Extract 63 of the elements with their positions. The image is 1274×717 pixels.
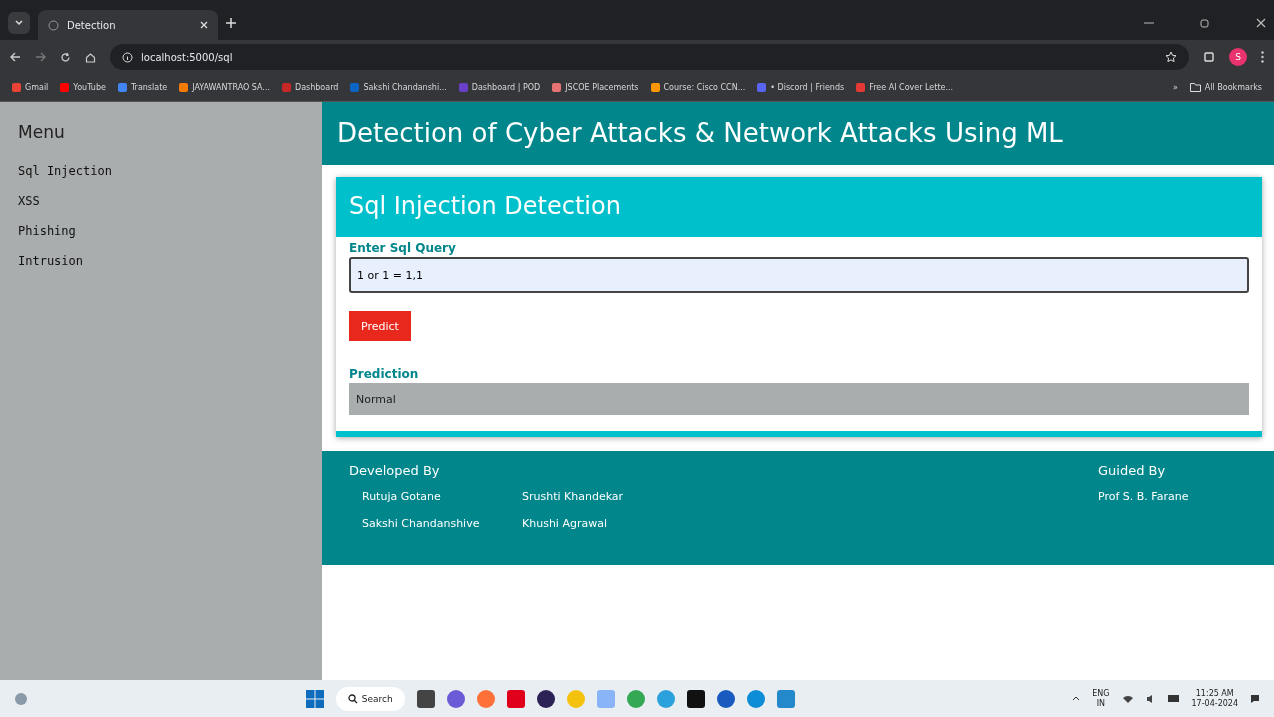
bookmark-link[interactable]: Dashboard — [282, 83, 339, 92]
chevron-icon — [15, 20, 23, 26]
app-icon[interactable] — [416, 689, 435, 708]
bookmark-link[interactable]: • Discord | Friends — [757, 83, 845, 92]
close-icon[interactable] — [200, 21, 208, 29]
bookmark-link[interactable]: Sakshi Chandanshi... — [350, 83, 447, 92]
more-options-icon[interactable] — [1261, 51, 1264, 63]
all-bookmarks-button[interactable]: All Bookmarks — [1189, 83, 1262, 92]
info-icon — [122, 51, 133, 63]
menu-link[interactable]: XSS — [18, 194, 304, 208]
folder-icon — [1189, 83, 1201, 92]
menu-link[interactable]: Intrusion — [18, 254, 304, 268]
forward-arrow-icon[interactable] — [35, 52, 46, 62]
bookmark-link[interactable]: YouTube — [60, 83, 106, 92]
chevron-up-icon[interactable] — [1072, 696, 1081, 701]
footer-heading: Guided By — [1098, 463, 1167, 478]
guide-name: Prof S. B. Farane — [1098, 490, 1190, 503]
bookmark-link[interactable]: Free AI Cover Lette... — [856, 83, 954, 92]
url-text: localhost:5000/sql — [141, 51, 233, 63]
browser-tab[interactable]: Detection — [38, 10, 218, 40]
menu-link[interactable]: Sql Injection — [18, 164, 304, 178]
bookmark-link[interactable]: Gmail — [12, 83, 49, 92]
bookmark-link[interactable]: Course: Cisco CCN... — [650, 83, 746, 92]
clock[interactable]: 11:25 AM 17-04-2024 — [1191, 688, 1238, 709]
more-bookmarks-button[interactable]: » — [1172, 83, 1178, 92]
query-input[interactable]: 1 or 1 = 1,1 — [349, 257, 1249, 293]
address-bar[interactable]: localhost:5000/sql — [110, 44, 1189, 70]
star-icon[interactable] — [1165, 51, 1177, 63]
close-icon[interactable] — [1256, 18, 1266, 28]
developer-name: Khushi Agrawal — [522, 517, 608, 530]
page-header: Detection of Cyber Attacks & Network Attacks Using ML — [322, 102, 1274, 165]
app-icon[interactable] — [536, 689, 555, 708]
restore-icon[interactable] — [1200, 18, 1210, 28]
bookmark-link[interactable]: JAYAWANTRAO SA... — [179, 83, 270, 92]
home-icon[interactable] — [85, 51, 96, 63]
card-title: Sql Injection Detection — [336, 177, 1262, 237]
battery-icon[interactable] — [1167, 695, 1180, 702]
notification-icon[interactable] — [1250, 693, 1260, 704]
developer-name: Rutuja Gotane — [362, 490, 442, 503]
bookmark-link[interactable]: Translate — [117, 83, 168, 92]
plus-icon[interactable] — [226, 18, 236, 28]
windows-start-icon[interactable] — [305, 689, 324, 708]
tab-search-button[interactable] — [8, 12, 30, 34]
bookmark-link[interactable]: JSCOE Placements — [552, 83, 639, 92]
back-arrow-icon[interactable] — [10, 52, 21, 62]
menu-link[interactable]: Phishing — [18, 224, 304, 238]
wifi-icon[interactable] — [1121, 693, 1134, 704]
developer-name: Srushti Khandekar — [522, 490, 625, 503]
taskbar-search[interactable]: Search — [335, 686, 405, 711]
prediction-output: Normal — [349, 383, 1249, 415]
language-indicator[interactable]: ENG IN — [1092, 688, 1110, 709]
globe-icon — [48, 19, 59, 31]
app-icon[interactable] — [686, 689, 705, 708]
predict-button[interactable]: Predict — [349, 311, 411, 341]
footer-heading: Developed By — [349, 463, 441, 478]
search-icon — [347, 693, 358, 704]
developer-name: Sakshi Chandanshive — [362, 517, 481, 530]
field-label: Prediction — [349, 367, 420, 381]
bookmark-link[interactable]: Dashboard | POD — [458, 83, 541, 92]
reload-icon[interactable] — [60, 51, 71, 63]
profile-avatar[interactable]: S — [1229, 48, 1247, 66]
menu-title: Menu — [18, 122, 66, 142]
field-label: Enter Sql Query — [349, 241, 457, 255]
